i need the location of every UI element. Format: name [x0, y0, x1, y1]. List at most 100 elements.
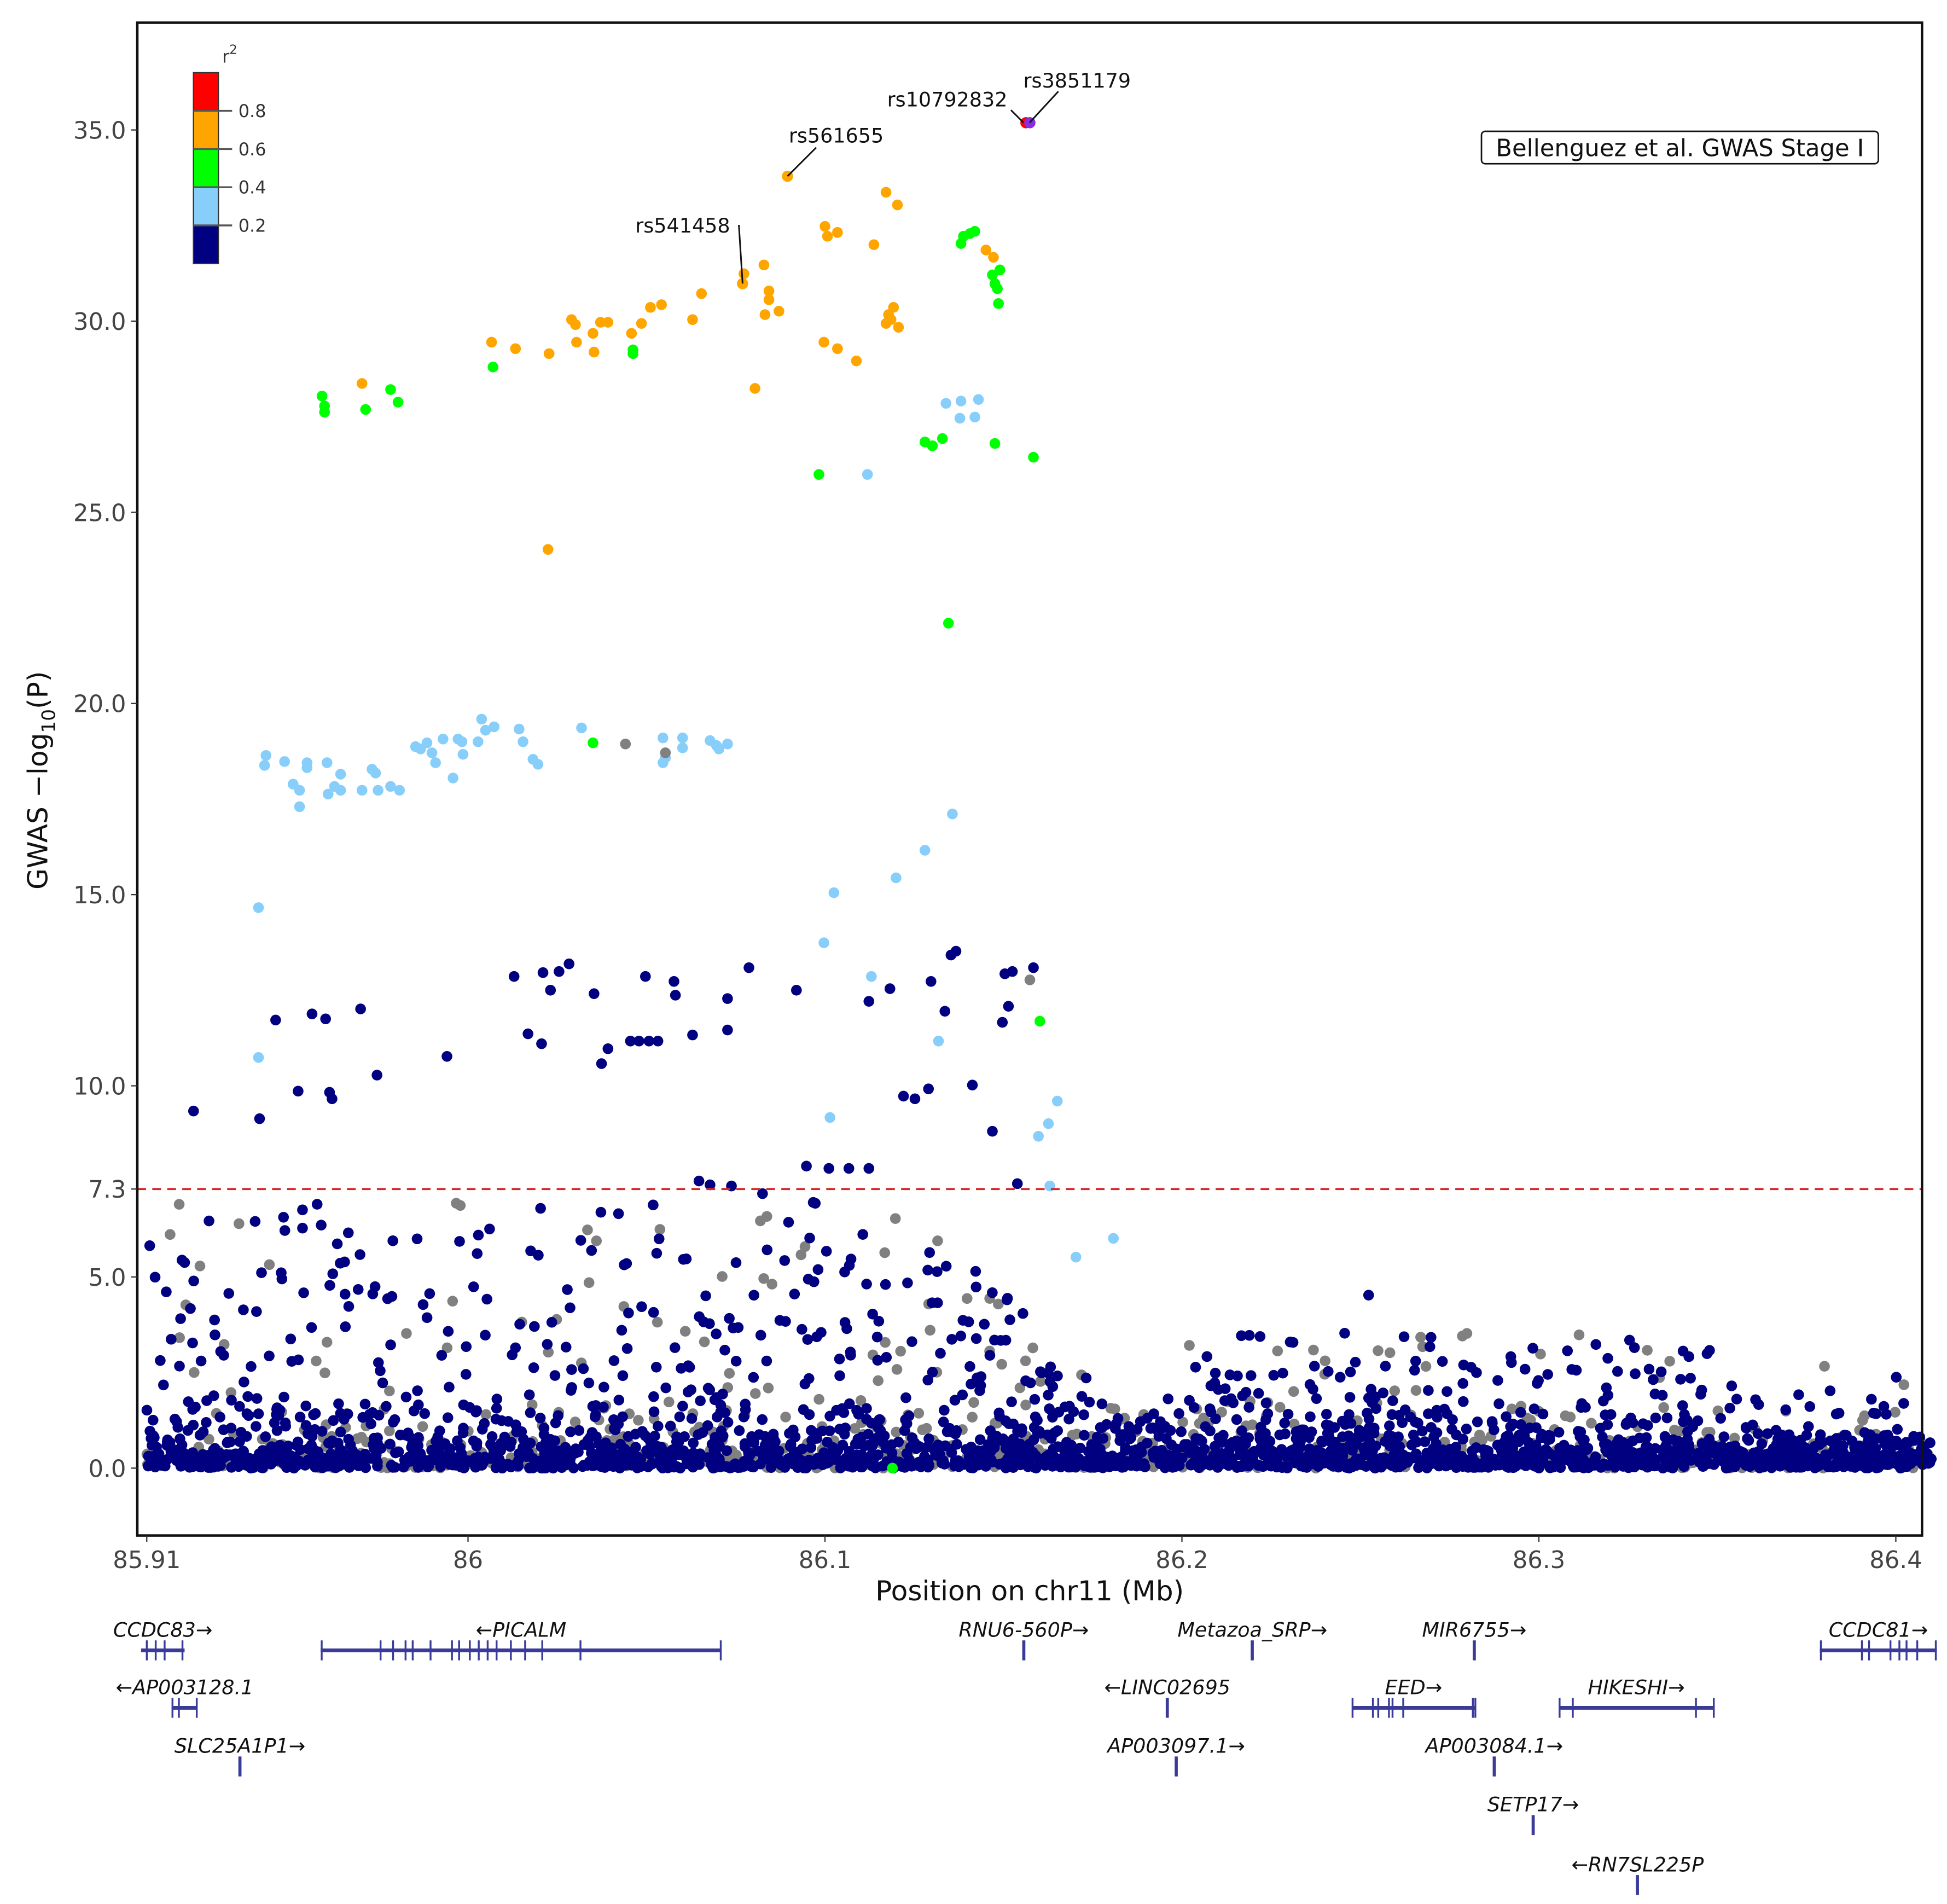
- snp-point-background: [343, 1301, 354, 1312]
- snp-point-background: [901, 1448, 913, 1459]
- snp-point-background: [1612, 1366, 1623, 1377]
- snp-point-background: [468, 1281, 479, 1292]
- snp-point-background: [1752, 1428, 1764, 1439]
- snp-point-background: [1542, 1369, 1554, 1380]
- snp-point: [1003, 1001, 1014, 1012]
- snp-point-background: [845, 1350, 856, 1361]
- snp-point-background: [1451, 1455, 1462, 1466]
- snp-point-background: [485, 1453, 496, 1464]
- snp-point-background: [1675, 1374, 1686, 1385]
- snp-point-background: [722, 1417, 734, 1428]
- snp-point-background: [426, 1444, 437, 1456]
- snp-point-background: [613, 1395, 625, 1406]
- snp-point-background: [534, 1412, 546, 1424]
- snp-point-background: [804, 1233, 815, 1244]
- snp-point-background: [935, 1348, 946, 1359]
- snp-point-background: [1276, 1444, 1287, 1455]
- snp-point-background: [957, 1315, 969, 1326]
- snp-point-background: [1311, 1393, 1322, 1404]
- snp-point-background: [906, 1336, 917, 1347]
- snp-point-background: [1253, 1388, 1264, 1399]
- snp-point-background: [1576, 1398, 1588, 1409]
- snp-point-background: [513, 1460, 524, 1472]
- snp-point-background: [1492, 1375, 1503, 1386]
- snp-point: [943, 618, 954, 629]
- snp-point-background: [1729, 1461, 1740, 1472]
- snp-point-background: [722, 1461, 733, 1472]
- snp-point-background: [1231, 1414, 1242, 1425]
- snp-point-background: [1649, 1454, 1660, 1465]
- snp-point-background: [1386, 1431, 1398, 1442]
- snp-point-background: [278, 1211, 289, 1223]
- snp-point-background: [354, 1249, 365, 1260]
- snp-point-background: [617, 1411, 628, 1423]
- snp-point-background: [538, 1429, 550, 1440]
- snp-point-background: [1345, 1366, 1356, 1378]
- snp-point: [657, 757, 669, 768]
- snp-point: [370, 768, 381, 779]
- snp-point-background: [663, 1396, 675, 1408]
- snp-point-background: [1507, 1419, 1519, 1430]
- snp-point-background: [340, 1321, 351, 1332]
- snp-point-background: [194, 1261, 206, 1272]
- snp-point: [421, 737, 433, 748]
- snp-point-background: [595, 1206, 607, 1218]
- snp-point-background: [444, 1381, 455, 1393]
- snp-point: [652, 1035, 664, 1047]
- snp-point-background: [525, 1245, 536, 1257]
- snp-point-background: [1092, 1441, 1103, 1453]
- snp-point-background: [1245, 1370, 1257, 1381]
- snp-point: [576, 722, 587, 734]
- snp-point-background: [1115, 1430, 1126, 1441]
- snp-point: [677, 732, 688, 744]
- snp-point: [1051, 1095, 1063, 1107]
- snp-point-background: [1762, 1428, 1773, 1439]
- snp-point-background: [1382, 1458, 1394, 1469]
- snp-point: [868, 239, 880, 251]
- snp-point-background: [1457, 1378, 1468, 1389]
- snp-point-background: [280, 1417, 291, 1429]
- snp-point-background: [761, 1355, 772, 1367]
- snp-point-background: [1880, 1448, 1892, 1460]
- snp-point-background: [1167, 1462, 1178, 1473]
- snp-point-background: [686, 1413, 698, 1424]
- snp-point-background: [1190, 1362, 1201, 1373]
- snp-point: [260, 750, 272, 761]
- snp-point-background: [1771, 1450, 1782, 1461]
- snp-point-background: [1002, 1293, 1013, 1304]
- snp-point: [316, 391, 328, 402]
- snp-point-background: [251, 1393, 263, 1404]
- snp-point-background: [1409, 1365, 1420, 1376]
- snp-point-background: [158, 1379, 169, 1391]
- snp-point-background: [310, 1408, 321, 1419]
- snp-point-background: [871, 1331, 883, 1343]
- snp-point-background: [924, 1247, 935, 1258]
- snp-point: [626, 328, 637, 339]
- snp-point-background: [1457, 1396, 1469, 1407]
- snp-point-background: [653, 1420, 664, 1432]
- snp-point-background: [734, 1425, 745, 1436]
- snp-point-background: [715, 1406, 727, 1418]
- snp-point: [259, 760, 270, 771]
- gene-label: RNU6-560P→: [958, 1618, 1089, 1641]
- annotation-box: Bellenguez et al. GWAS Stage I: [1480, 130, 1879, 165]
- snp-point-background: [669, 1342, 681, 1353]
- snp-point-background: [1029, 1394, 1041, 1405]
- snp-point: [571, 336, 582, 348]
- snp-point-background: [1682, 1415, 1693, 1426]
- snp-point: [545, 985, 556, 996]
- snp-point-background: [1461, 1423, 1472, 1435]
- snp-point-background: [1243, 1330, 1255, 1341]
- snp-point-background: [834, 1424, 845, 1435]
- snp-point: [457, 748, 469, 760]
- snp-point-background: [258, 1454, 270, 1465]
- snp-point-background: [333, 1398, 344, 1409]
- snp-point-background: [598, 1381, 609, 1393]
- snp-point-background: [654, 1224, 666, 1235]
- snp-point-background: [568, 1462, 579, 1473]
- snp-point-background: [774, 1315, 786, 1326]
- snp-point-background: [688, 1447, 699, 1459]
- snp-point-background: [1304, 1379, 1316, 1390]
- snp-point-background: [1637, 1418, 1649, 1430]
- snp-point-background: [1373, 1345, 1384, 1356]
